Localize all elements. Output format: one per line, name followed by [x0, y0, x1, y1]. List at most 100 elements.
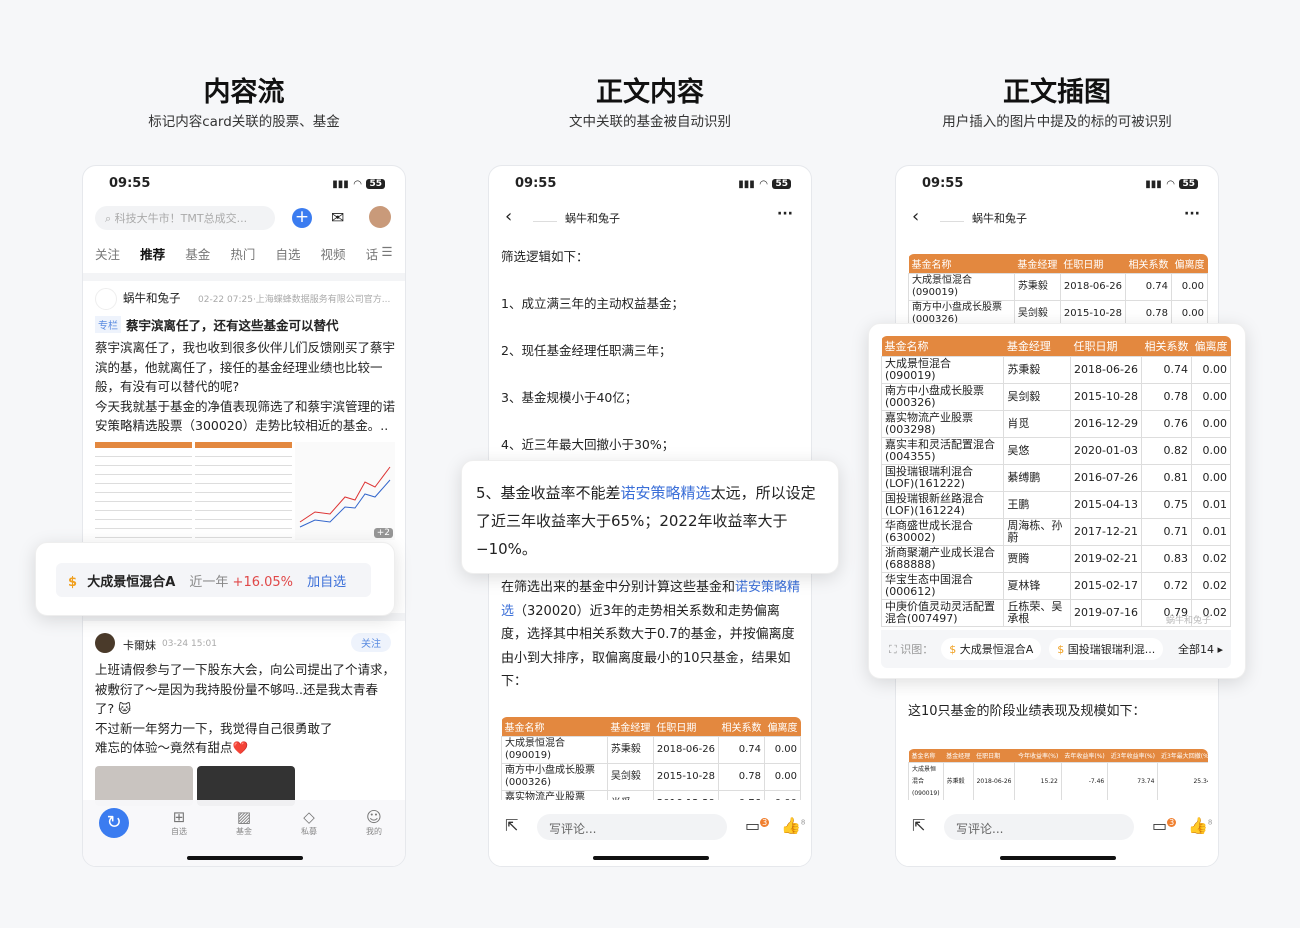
table-cell: 0.00 — [764, 763, 801, 791]
signal-icon: ▮▮▮ — [332, 178, 349, 190]
mail-icon[interactable]: ✉ — [331, 208, 344, 227]
column-header: 任职日期 — [1060, 254, 1126, 274]
author-logo — [940, 212, 964, 222]
fund-chip[interactable]: $ 国投瑞银瑞利混... — [1049, 638, 1164, 660]
table-cell: 大成景恒混合(090019) — [908, 762, 944, 801]
fund-card[interactable]: $ 大成景恒混合A 近一年 +16.05% 加自选 — [56, 563, 371, 597]
image-thumbnail[interactable] — [95, 442, 192, 540]
column-header: 基金名称 — [908, 749, 944, 763]
tab-fund[interactable]: 基金 — [185, 244, 230, 263]
tab-video[interactable]: 视频 — [321, 244, 366, 263]
tab-recommend[interactable]: 推荐 — [140, 244, 185, 263]
nav-watchlist[interactable]: ⊞ 自选 — [159, 808, 199, 837]
divider — [83, 273, 405, 281]
show-all-button[interactable]: 全部14 ▸ — [1178, 641, 1223, 657]
table-row: 大成景恒混合(090019) 苏秉毅 2018-06-26 15.22 -7.46 73.… — [908, 762, 1208, 801]
author-avatar[interactable] — [95, 633, 115, 653]
nav-me[interactable]: ☺ 我的 — [354, 808, 394, 837]
table-row: 浙商聚潮产业成长混合(688888) 贾腾 2019-02-21 0.83 0.02 — [881, 545, 1231, 573]
avatar[interactable] — [369, 206, 391, 228]
post-meta: 02-22 07:25·上海蝶蜂数据服务有限公司官方... — [198, 295, 391, 305]
author-name[interactable]: 蜗牛和兔子 — [565, 210, 620, 226]
table-cell: 2018-06-26 — [1059, 273, 1127, 301]
table-row: 华宝生态中国混合(000612) 夏林锋 2015-02-17 0.72 0.02 — [881, 572, 1231, 600]
author-name[interactable]: 蜗牛和兔子 — [972, 210, 1027, 226]
post-title[interactable]: 蔡宇滨离任了，还有这些基金可以替代 — [126, 315, 339, 334]
table-cell: 0.02 — [1190, 545, 1231, 573]
post-body[interactable]: 上班请假参与了一下股东大会，向公司提出了个请求，被敷衍了～是因为我持股份量不够吗… — [95, 660, 397, 758]
article-line: 筛选逻辑如下： — [501, 249, 589, 264]
home-indicator — [1000, 856, 1116, 860]
fund-table: 基金名称 基金经理 任职日期 今年收益率(%) 去年收益率(%) 近3年收益率(%) 近3年… — [908, 749, 1208, 801]
add-button[interactable]: + — [292, 208, 312, 228]
tab-hot[interactable]: 热门 — [230, 244, 275, 263]
menu-icon[interactable]: ☰ — [381, 244, 397, 263]
phone-feed: 09:55 ▮▮▮ ◠ 55 ⌕ 科技大牛市！TMT总成交... + ✉ 关注 推荐 … — [82, 165, 406, 867]
post-body[interactable]: 蔡宇滨离任了，我也收到很多伙伴儿们反馈刚买了蔡宇滨的基，他就离任了，接任的基金经… — [95, 338, 397, 436]
share-icon[interactable]: ⇱ — [505, 816, 518, 835]
table-cell: 0.82 — [1140, 437, 1192, 465]
table-cell: 0.72 — [1140, 572, 1192, 600]
table-cell: 肖觅 — [1003, 410, 1072, 438]
search-input[interactable]: ⌕ 科技大牛市！TMT总成交... — [95, 206, 275, 230]
fund-table-image[interactable]: 基金名称 基金经理 任职日期 相关系数 偏离度 大成景恒混合(090019) 苏秉毅 2018… — [501, 717, 801, 801]
back-icon[interactable]: ‹ — [912, 206, 919, 227]
table-cell: 0.00 — [1171, 273, 1208, 301]
column-header: 相关系数 — [718, 717, 765, 737]
fund-table: 基金名称 基金经理 任职日期 相关系数 偏离度 大成景恒混合(090019) 苏秉毅 2018… — [908, 254, 1208, 326]
comment-icon[interactable]: ▭ 3 — [745, 816, 770, 835]
status-bar: 09:55 ▮▮▮ ◠ 55 — [515, 176, 791, 192]
like-icon[interactable]: 👍8 — [781, 816, 805, 835]
table-header-row: 基金名称 基金经理 任职日期 今年收益率(%) 去年收益率(%) 近3年收益率(%) 近3年… — [908, 749, 1208, 763]
author-name[interactable]: 蜗牛和兔子 — [123, 290, 181, 306]
tab-follow[interactable]: 关注 — [95, 244, 140, 263]
table-cell: 2016-12-29 — [1070, 410, 1142, 438]
refresh-button[interactable]: ↻ — [99, 808, 129, 838]
table-header-row: 基金名称 基金经理 任职日期 相关系数 偏离度 — [908, 254, 1208, 274]
more-icon[interactable]: ··· — [1184, 206, 1200, 222]
plus-square-icon: ⊞ — [172, 808, 186, 826]
fund-icon: $ — [68, 575, 78, 590]
like-icon[interactable]: 👍8 — [1188, 816, 1212, 835]
post-images[interactable]: +2 — [95, 442, 395, 540]
post-meta: 03-24 15:01 — [162, 639, 217, 649]
share-icon[interactable]: ⇱ — [912, 816, 925, 835]
follow-button[interactable]: 关注 — [351, 633, 391, 652]
section-title: 内容流 — [203, 77, 285, 108]
author-avatar[interactable] — [95, 288, 117, 310]
image-thumbnail[interactable] — [195, 442, 292, 540]
status-bar: 09:55 ▮▮▮ ◠ 55 — [922, 176, 1198, 192]
comment-input[interactable]: 写评论... — [537, 814, 727, 840]
table-row: 南方中小盘成长股票(000326) 吴剑毅 2015-10-28 0.78 0.00 — [501, 763, 801, 791]
nav-private[interactable]: ◇ 私募 — [289, 808, 329, 837]
comment-icon[interactable]: ▭ 3 — [1152, 816, 1177, 835]
table-cell: 2017-12-21 — [1070, 518, 1142, 546]
highlight-popup: 5、基金收益率不能差诺安策略精选太远，所以设定了近三年收益率大于65%；2022… — [461, 460, 839, 574]
table-header-row: 基金名称 基金经理 任职日期 相关系数 偏离度 — [501, 717, 801, 737]
performance-table-image[interactable]: 基金名称 基金经理 任职日期 今年收益率(%) 去年收益率(%) 近3年收益率(%) 近3年… — [908, 749, 1208, 801]
section-title: 正文内容 — [596, 77, 704, 108]
author-name[interactable]: 卡爾妹 — [123, 637, 156, 653]
add-watchlist-button[interactable]: 加自选 — [307, 575, 346, 590]
comment-input[interactable]: 写评论... — [944, 814, 1134, 840]
image-thumbnail[interactable]: +2 — [295, 442, 395, 540]
tab-more[interactable]: 话 — [366, 244, 382, 263]
table-cell: 0.74 — [1140, 356, 1192, 384]
fund-chip[interactable]: $ 大成景恒混合A — [941, 638, 1042, 660]
back-icon[interactable]: ‹ — [505, 206, 512, 227]
more-images-badge: +2 — [373, 528, 393, 538]
table-cell: 国投瑞银瑞利混合(LOF)(161222) — [881, 464, 1005, 492]
table-cell: 0.78 — [718, 763, 765, 791]
fund-table-image[interactable]: 基金名称 基金经理 任职日期 相关系数 偏离度 大成景恒混合(090019) 苏秉毅 2018… — [908, 254, 1208, 326]
nav-fund[interactable]: ▨ 基金 — [224, 808, 264, 837]
more-icon[interactable]: ··· — [777, 206, 793, 222]
comment-bar: ⇱ 写评论... ▭ 3 👍8 — [896, 800, 1218, 866]
battery-icon: 55 — [366, 179, 385, 189]
fund-link[interactable]: 诺安策略精选 — [621, 484, 711, 502]
table-cell: 南方中小盘成长股票(000326) — [881, 383, 1005, 411]
table-cell: 25.34 — [1157, 762, 1208, 801]
table-cell: 2015-02-17 — [1070, 572, 1142, 600]
tab-watchlist[interactable]: 自选 — [275, 244, 320, 263]
fund-table-image[interactable]: 基金名称 基金经理 任职日期 相关系数 偏离度 大成景恒混合(090019) 苏秉毅 2018… — [881, 336, 1231, 630]
section-subtitle: 用户插入的图片中提及的标的可被识别 — [942, 114, 1172, 130]
